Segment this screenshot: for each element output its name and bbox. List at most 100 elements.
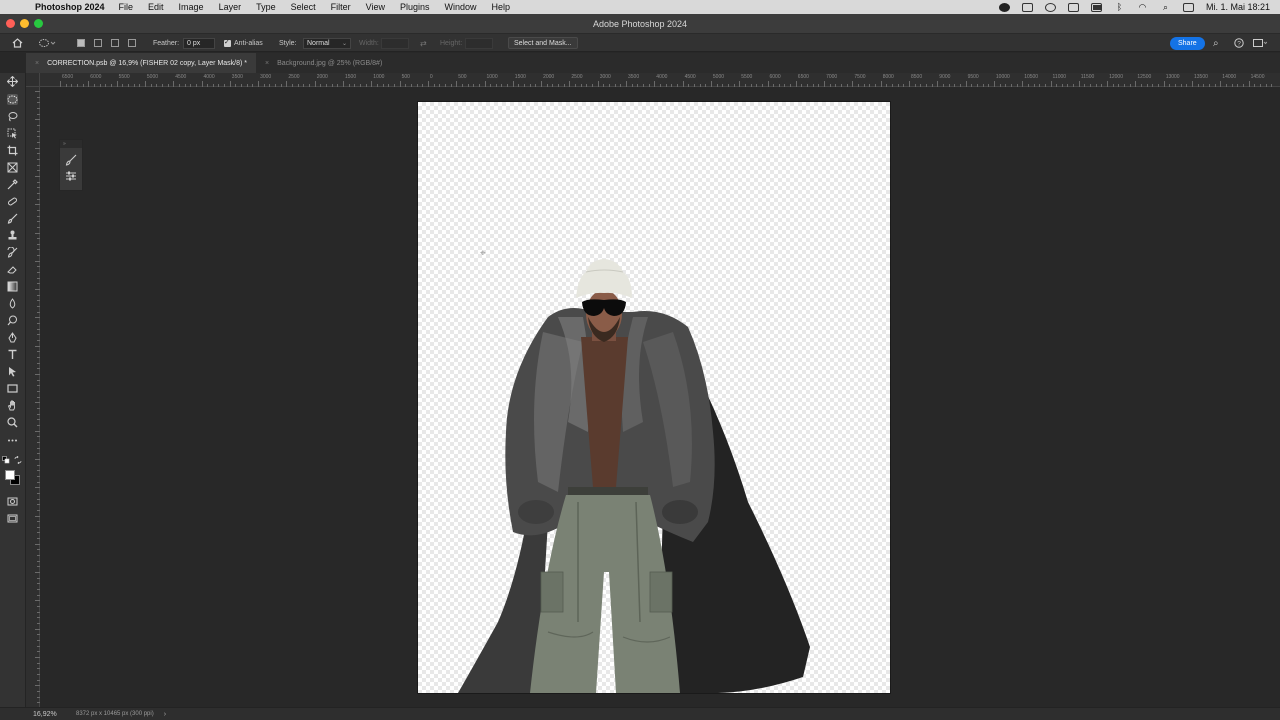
select-and-mask-wrap: Select and Mask... (508, 34, 578, 52)
quick-mask-icon[interactable] (7, 496, 18, 507)
ruler-tick (903, 84, 905, 87)
spotlight-search-icon[interactable]: ⌕ (1160, 2, 1171, 12)
elliptical-marquee-tool-icon[interactable] (7, 94, 18, 105)
more-tools-icon[interactable] (7, 435, 18, 446)
horizontal-ruler[interactable]: 6500 6000 5500 5000 4500 4000 3500 3000 2500 2000… (40, 73, 1280, 87)
control-center-icon[interactable] (1182, 2, 1194, 12)
adjustment-sliders-icon[interactable] (65, 170, 77, 182)
ruler-label: 1500 (345, 74, 357, 80)
menu-image[interactable]: Image (179, 2, 204, 12)
history-brush-tool-icon[interactable] (7, 247, 18, 258)
new-selection-icon[interactable] (77, 34, 85, 52)
lasso-tool-icon[interactable] (7, 111, 18, 122)
menu-edit[interactable]: Edit (148, 2, 164, 12)
crop-tool-icon[interactable] (7, 145, 18, 156)
healing-brush-tool-icon[interactable] (7, 196, 18, 207)
screen-mode-icon[interactable] (7, 513, 18, 524)
menu-type[interactable]: Type (256, 2, 276, 12)
frame-tool-icon[interactable] (7, 162, 18, 173)
elliptical-marquee-preset-icon[interactable] (38, 34, 56, 52)
type-tool-icon[interactable] (7, 349, 18, 360)
intersect-selection-icon[interactable] (128, 34, 136, 52)
wifi-icon[interactable]: ◠ (1137, 2, 1148, 12)
foreground-color-swatch[interactable] (5, 470, 15, 480)
menu-plugins[interactable]: Plugins (400, 2, 430, 12)
ruler-tick (1107, 81, 1109, 87)
menu-filter[interactable]: Filter (331, 2, 351, 12)
menu-layer[interactable]: Layer (219, 2, 242, 12)
tab-correction-psb[interactable]: × CORRECTION.psb @ 16,9% (FISHER 02 copy… (26, 53, 257, 73)
rectangle-tool-icon[interactable] (7, 383, 18, 394)
move-tool-icon[interactable] (7, 76, 18, 87)
style-select[interactable]: Normal ⌄ (303, 37, 351, 49)
feather-input[interactable]: 0 px (183, 37, 215, 49)
workspace-icon[interactable] (1253, 34, 1267, 52)
close-window-button[interactable] (6, 19, 15, 28)
menu-window[interactable]: Window (445, 2, 477, 12)
share-button[interactable]: Share (1170, 36, 1205, 50)
bluetooth-icon[interactable]: ᛒ (1114, 2, 1125, 12)
swap-dimensions-icon[interactable]: ⇄ (420, 34, 427, 52)
select-and-mask-button[interactable]: Select and Mask... (508, 37, 578, 49)
battery-icon[interactable] (1090, 2, 1102, 12)
hand-tool-icon[interactable] (7, 400, 18, 411)
ruler-tick (252, 84, 254, 87)
menu-file[interactable]: File (119, 2, 134, 12)
ruler-tick (880, 81, 882, 87)
close-tab-icon[interactable]: × (265, 60, 269, 67)
canvas-workspace[interactable]: ⌖ (40, 88, 1280, 707)
ruler-tick (371, 81, 373, 87)
menu-app-name[interactable]: Photoshop 2024 (35, 2, 105, 12)
eyedropper-tool-icon[interactable] (7, 179, 18, 190)
airdrop-icon[interactable] (1044, 2, 1056, 12)
ruler-tick (127, 84, 129, 87)
ruler-tick (161, 84, 163, 87)
zoom-window-button[interactable] (34, 19, 43, 28)
object-selection-tool-icon[interactable] (7, 128, 18, 139)
blur-tool-icon[interactable] (7, 298, 18, 309)
minimize-window-button[interactable] (20, 19, 29, 28)
brush-tool-icon[interactable] (7, 213, 18, 224)
ruler-tick (105, 84, 107, 87)
gradient-tool-icon[interactable] (7, 281, 18, 292)
ruler-origin[interactable] (26, 73, 40, 87)
panel-collapse-icon[interactable]: » (60, 140, 82, 148)
clone-stamp-tool-icon[interactable] (7, 230, 18, 241)
screen-record-icon[interactable] (998, 2, 1010, 12)
tab-background-jpg[interactable]: × Background.jpg @ 25% (RGB/8#) (256, 53, 391, 73)
search-icon[interactable]: ⌕ (1213, 34, 1219, 52)
status-info-chevron-icon[interactable]: › (164, 711, 166, 718)
zoom-level-field[interactable]: 16,92% (33, 711, 73, 718)
style-select-value: Normal (307, 39, 330, 47)
display-icon[interactable] (1021, 2, 1033, 12)
home-icon[interactable] (12, 34, 23, 52)
ruler-tick (1090, 84, 1092, 87)
width-input[interactable] (381, 37, 409, 49)
vertical-ruler[interactable] (26, 87, 40, 707)
document-canvas[interactable]: ⌖ (418, 102, 890, 693)
keyboard-icon[interactable] (1067, 2, 1079, 12)
ruler-tick (603, 84, 605, 87)
add-to-selection-icon[interactable] (94, 34, 102, 52)
default-colors-icon[interactable] (2, 456, 10, 464)
height-input[interactable] (465, 37, 493, 49)
antialias-checkbox[interactable]: Anti-alias (224, 34, 263, 52)
path-selection-tool-icon[interactable] (7, 366, 18, 377)
ruler-tick (207, 84, 209, 87)
pen-tool-icon[interactable] (7, 332, 18, 343)
help-icon[interactable]: ? (1234, 34, 1244, 52)
close-tab-icon[interactable]: × (35, 60, 39, 67)
zoom-tool-icon[interactable] (7, 417, 18, 428)
menu-bar-clock[interactable]: Mi. 1. Mai 18:21 (1206, 2, 1270, 12)
menu-view[interactable]: View (366, 2, 385, 12)
subtract-from-selection-icon[interactable] (111, 34, 119, 52)
menu-help[interactable]: Help (492, 2, 511, 12)
menu-select[interactable]: Select (291, 2, 316, 12)
swap-colors-icon[interactable] (14, 456, 22, 464)
ruler-tick (575, 84, 577, 87)
brush-settings-icon[interactable] (65, 154, 77, 166)
dodge-tool-icon[interactable] (7, 315, 18, 326)
ruler-tick (405, 84, 407, 87)
ruler-tick (682, 81, 684, 87)
eraser-tool-icon[interactable] (7, 264, 18, 275)
